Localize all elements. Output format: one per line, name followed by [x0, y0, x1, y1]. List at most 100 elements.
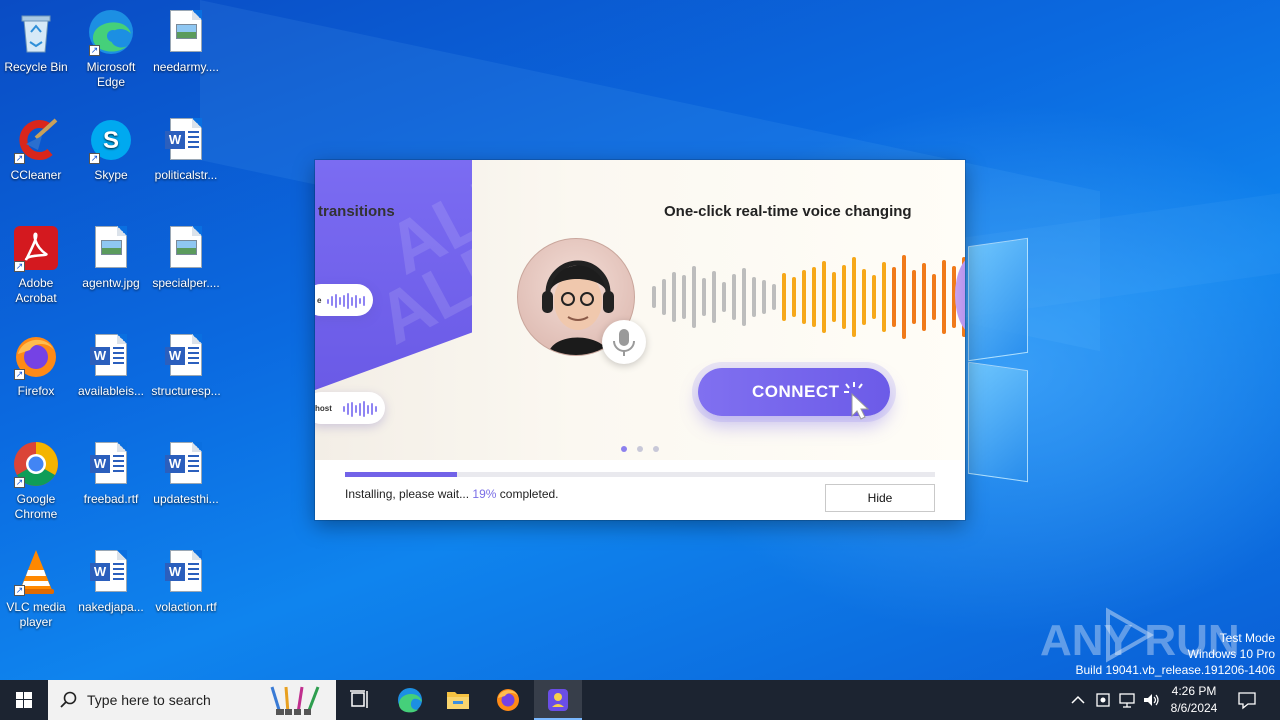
desktop-icon-label: agentw.jpg	[82, 276, 140, 290]
windows-start-icon	[16, 692, 32, 708]
firefox-icon	[497, 689, 519, 711]
image-file-icon	[87, 224, 135, 272]
desktop-icon-structuresp[interactable]: W structuresp...	[148, 332, 224, 399]
waveform-bar	[762, 280, 766, 314]
tray-device-icon[interactable]	[1093, 690, 1113, 715]
previous-slide-panel: ALE ALE	[315, 160, 472, 390]
waveform-bar	[782, 273, 786, 321]
taskbar-edge[interactable]	[386, 680, 434, 720]
waveform-bar	[712, 271, 716, 323]
desktop: Recycle Bin ↗ CCleaner ↗ Adobe Acrobat ↗…	[0, 0, 1280, 680]
desktop-icon-nakedjapa[interactable]: W nakedjapa...	[73, 548, 149, 615]
desktop-icon-label: Microsoft Edge	[86, 60, 136, 89]
desktop-icon-label: Recycle Bin	[4, 60, 68, 74]
waveform-bar	[722, 282, 726, 312]
shortcut-arrow-icon: ↗	[14, 585, 25, 596]
waveform-bar	[672, 272, 676, 322]
edge-icon: ↗	[87, 8, 135, 56]
voice-chip-label: e	[317, 296, 322, 305]
desktop-icon-skype[interactable]: S ↗ Skype	[73, 116, 149, 183]
shortcut-arrow-icon: ↗	[14, 369, 25, 380]
desktop-icon-volaction[interactable]: W volaction.rtf	[148, 548, 224, 615]
taskbar: Type here to search 4:26 PM 8/6/2024	[0, 680, 1280, 720]
search-highlight-brushes-icon	[270, 686, 320, 715]
test-mode-label: Test Mode	[1219, 631, 1275, 645]
speaker-icon	[1144, 694, 1159, 706]
waveform-bar	[802, 270, 806, 324]
desktop-icon-availableis[interactable]: W availableis...	[73, 332, 149, 399]
show-hidden-icons-button[interactable]	[1068, 690, 1088, 715]
start-button[interactable]	[0, 680, 48, 720]
desktop-icon-ccleaner[interactable]: ↗ CCleaner	[0, 116, 74, 183]
desktop-icon-updatesthi[interactable]: W updatesthi...	[148, 440, 224, 507]
desktop-icon-adobe-acrobat[interactable]: ↗ Adobe Acrobat	[0, 224, 74, 306]
voice-waveform	[652, 255, 965, 339]
desktop-icon-freebad[interactable]: W freebad.rtf	[73, 440, 149, 507]
file-explorer-icon	[447, 692, 469, 709]
status-prefix: Installing, please wait...	[345, 487, 470, 501]
tray-volume-icon[interactable]	[1141, 690, 1161, 715]
action-center-button[interactable]	[1236, 689, 1258, 716]
desktop-icon-label: volaction.rtf	[155, 600, 217, 614]
desktop-icon-label: politicalstr...	[154, 168, 218, 182]
waveform-bar	[752, 277, 756, 317]
carousel-dot[interactable]	[637, 446, 643, 452]
desktop-icon-needarmy[interactable]: needarmy....	[148, 8, 224, 75]
taskbar-file-explorer[interactable]	[434, 680, 482, 720]
voice-chip-top: e	[315, 284, 373, 316]
tray-network-icon[interactable]	[1117, 690, 1137, 715]
desktop-icon-label: Firefox	[17, 384, 55, 398]
waveform-bar	[652, 286, 656, 308]
carousel-dot-active[interactable]	[621, 446, 627, 452]
desktop-icon-recycle-bin[interactable]: Recycle Bin	[0, 8, 74, 75]
taskbar-search-box[interactable]: Type here to search	[48, 680, 336, 720]
shortcut-arrow-icon: ↗	[14, 153, 25, 164]
windows-logo-pane	[968, 237, 1028, 362]
status-percent: 19%	[472, 487, 497, 501]
voice-changer-app-icon	[548, 689, 568, 711]
shortcut-arrow-icon: ↗	[14, 477, 25, 488]
desktop-icon-google-chrome[interactable]: ↗ Google Chrome	[0, 440, 74, 522]
waveform-bar	[792, 277, 796, 317]
chevron-up-icon	[1071, 695, 1085, 704]
installer-window: ALE ALE transitions e host One-click rea…	[315, 160, 965, 520]
carousel-dot[interactable]	[653, 446, 659, 452]
tray-date[interactable]: 8/6/2024	[1164, 701, 1224, 715]
voice-chip-label: host	[315, 404, 332, 413]
microphone-icon	[602, 320, 646, 364]
taskbar-firefox[interactable]	[484, 680, 532, 720]
waveform-icon	[327, 293, 365, 309]
waveform-bar	[772, 284, 776, 310]
promo-carousel: ALE ALE transitions e host One-click rea…	[315, 160, 965, 460]
search-icon	[60, 691, 77, 708]
desktop-icon-firefox[interactable]: ↗ Firefox	[0, 332, 74, 399]
waveform-bar	[942, 260, 946, 334]
tray-time[interactable]: 4:26 PM	[1164, 684, 1224, 698]
taskbar-voice-changer-installer[interactable]	[534, 680, 582, 720]
task-view-button[interactable]	[336, 680, 384, 720]
word-doc-icon: W	[87, 332, 135, 380]
word-doc-icon: W	[87, 440, 135, 488]
waveform-bar	[922, 263, 926, 331]
desktop-icon-agentw[interactable]: agentw.jpg	[73, 224, 149, 291]
install-progress-bar	[345, 472, 935, 477]
image-file-icon	[162, 8, 210, 56]
slide-title: One-click real-time voice changing	[664, 203, 912, 220]
shortcut-arrow-icon: ↗	[89, 45, 100, 56]
search-placeholder: Type here to search	[87, 692, 211, 708]
shortcut-arrow-icon: ↗	[89, 153, 100, 164]
desktop-icon-label: structuresp...	[151, 384, 221, 398]
hide-button[interactable]: Hide	[825, 484, 935, 512]
desktop-icon-microsoft-edge[interactable]: ↗ Microsoft Edge	[73, 8, 149, 90]
task-view-icon	[350, 690, 368, 708]
waveform-bar	[812, 267, 816, 327]
desktop-icon-politicalstr[interactable]: W politicalstr...	[148, 116, 224, 183]
waveform-bar	[702, 278, 706, 316]
waveform-bar	[692, 266, 696, 328]
previous-slide-title: transitions	[318, 203, 395, 220]
desktop-icon-specialper[interactable]: specialper....	[148, 224, 224, 291]
desktop-icon-vlc[interactable]: ↗ VLC media player	[0, 548, 74, 630]
desktop-icon-label: needarmy....	[153, 60, 219, 74]
waveform-bar	[732, 274, 736, 320]
install-progress-fill	[345, 472, 458, 477]
